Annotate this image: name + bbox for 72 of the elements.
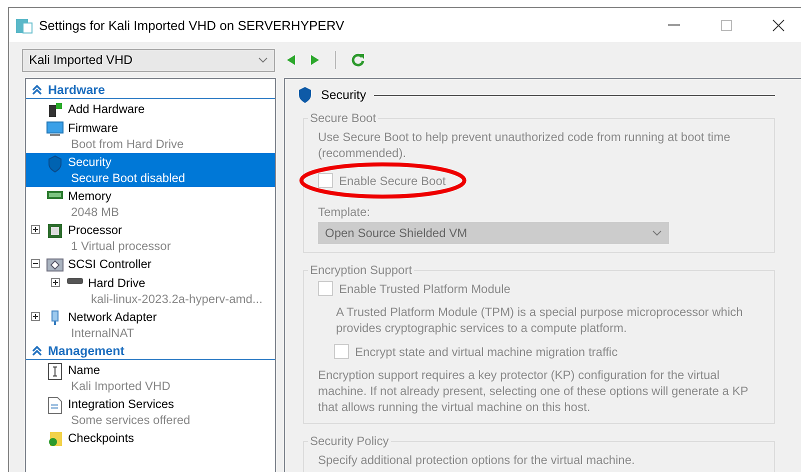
maximize-icon: [720, 20, 732, 30]
group-title: Encryption Support: [309, 263, 414, 277]
checkbox-label: Encrypt state and virtual machine migration traffic: [355, 344, 618, 358]
collapse-chevron-icon: [32, 346, 42, 356]
tree-item[interactable]: Checkpoints: [26, 429, 275, 448]
checkbox[interactable]: [318, 281, 333, 296]
minimize-icon: [668, 24, 680, 26]
tree-item[interactable]: Add Hardware: [26, 100, 275, 119]
chevron-down-icon: [258, 57, 268, 63]
item-label: Processor: [68, 222, 124, 238]
item-detail: 2048 MB: [70, 204, 120, 220]
tree-item[interactable]: Firmware Boot from Hard Drive: [26, 119, 275, 153]
tree-item[interactable]: Name Kali Imported VHD: [26, 361, 275, 395]
item-label: Network Adapter: [68, 309, 157, 325]
processor-icon: [47, 223, 63, 239]
hard-drive-icon: [66, 276, 84, 286]
item-detail: kali-linux-2023.2a-hyperv-amd...: [90, 291, 262, 307]
shield-icon: [47, 155, 63, 173]
group-title: Security Policy: [309, 434, 390, 448]
description-text: Specify additional protection options for the virtual machine.: [318, 452, 636, 468]
item-detail: Some services offered: [70, 412, 190, 428]
checkbox-label: Enable Trusted Platform Module: [339, 282, 510, 296]
item-label: Checkpoints: [68, 430, 134, 446]
memory-chip-icon: [46, 189, 64, 201]
expand-icon[interactable]: [50, 278, 60, 287]
description-text: A Trusted Platform Module (TPM) is a special purpose microprocessor which provides cryptographic services to a compute platform.: [336, 304, 744, 336]
vm-dropdown[interactable]: Kali Imported VHD: [22, 48, 275, 72]
description-text: Use Secure Boot to help prevent unauthorized code from running at boot time (recommended).: [318, 129, 732, 161]
window-title: Settings for Kali Imported VHD on SERVERHYPERV: [39, 18, 346, 32]
item-detail: InternalNAT: [70, 325, 136, 341]
checkbox[interactable]: [334, 344, 349, 359]
selected-tree-item[interactable]: Security Secure Boot disabled: [26, 153, 275, 187]
settings-app-icon: [15, 16, 33, 34]
collapse-chevron-icon: [32, 84, 42, 94]
item-label: Integration Services: [68, 396, 176, 412]
item-label: SCSI Controller: [68, 256, 152, 272]
item-detail: Secure Boot disabled: [70, 170, 186, 186]
item-detail: Kali Imported VHD: [70, 378, 170, 394]
item-label: Memory: [68, 188, 112, 204]
text-cursor-icon: [48, 363, 62, 380]
hardware-add-icon: [47, 102, 63, 118]
section-header[interactable]: Management: [26, 342, 275, 360]
checkbox-label: Enable Secure Boot: [339, 174, 446, 188]
shield-icon: [297, 86, 313, 104]
controller-icon: [46, 257, 64, 273]
tree-item[interactable]: Memory 2048 MB: [26, 187, 275, 221]
monitor-icon: [46, 121, 64, 137]
item-label: Security: [68, 154, 112, 170]
group-title: Secure Boot: [309, 111, 378, 125]
tree-item[interactable]: Processor 1 Virtual processor: [26, 221, 275, 255]
expand-icon[interactable]: [30, 225, 40, 234]
tree-item[interactable]: Network Adapter InternalNAT: [26, 308, 275, 342]
section-header[interactable]: Hardware: [26, 81, 275, 99]
tree-item[interactable]: SCSI Controller: [26, 255, 275, 274]
tree-item[interactable]: Hard Drive kali-linux-2023.2a-hyperv-amd...: [46, 274, 275, 308]
item-label: Hard Drive: [88, 275, 146, 291]
item-detail: Boot from Hard Drive: [70, 136, 184, 152]
collapse-icon[interactable]: [30, 259, 40, 268]
document-icon: [48, 397, 62, 414]
network-adapter-icon: [49, 310, 61, 326]
tree-item[interactable]: Integration Services Some services offered: [26, 395, 275, 429]
template-label: Template:: [318, 204, 372, 220]
item-detail: 1 Virtual processor: [70, 238, 171, 254]
panel-title: Security: [321, 88, 366, 102]
description-text: Encryption support requires a key protector (KP) configuration for the virtual machine. If not already present, selecting one of these options will generate a KP that allows running the virtual machine on this host.: [318, 367, 750, 415]
checkpoint-icon: [47, 431, 63, 447]
item-label: Firmware: [68, 120, 119, 136]
chevron-down-icon: [652, 230, 662, 236]
close-icon: [772, 18, 784, 32]
item-label: Add Hardware: [68, 101, 145, 117]
item-label: Name: [68, 362, 102, 378]
expand-icon[interactable]: [30, 312, 40, 321]
